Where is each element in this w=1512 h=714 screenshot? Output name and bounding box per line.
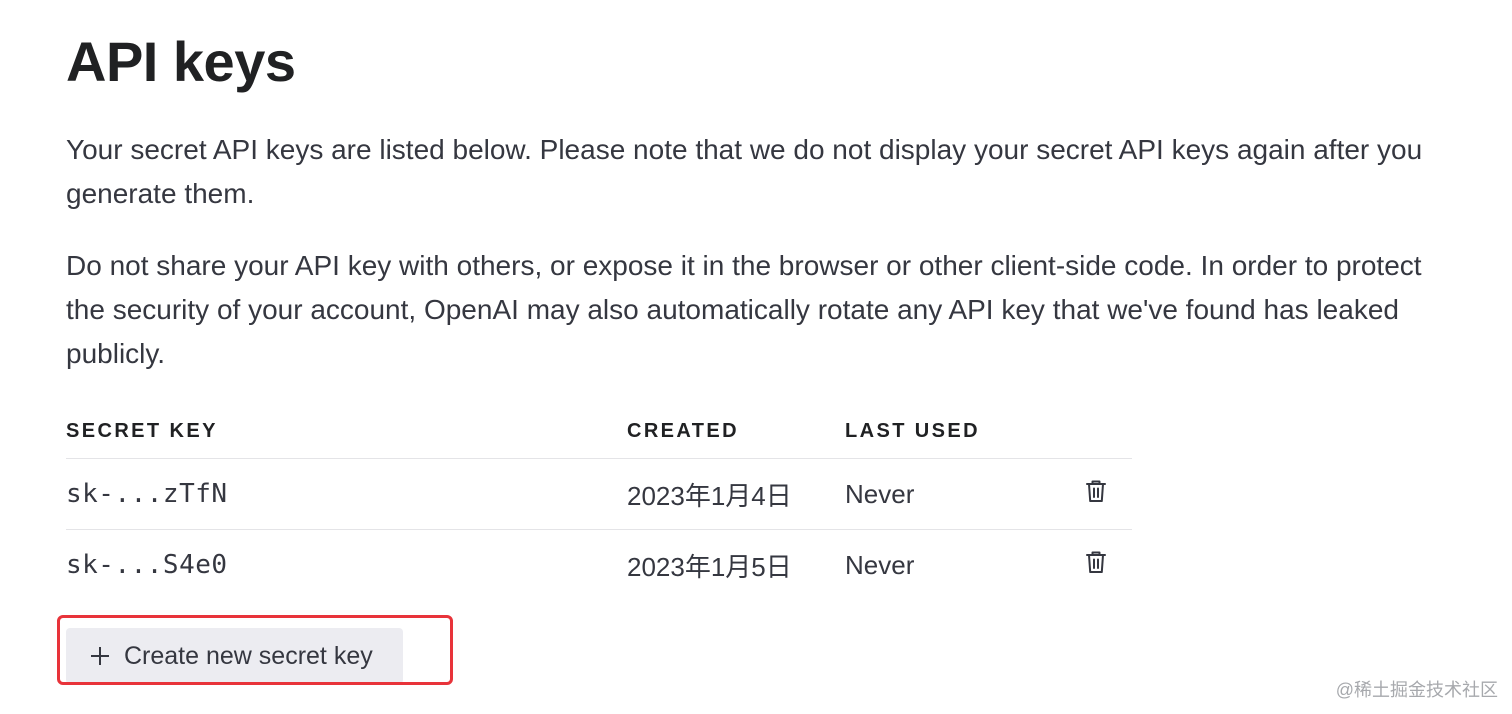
table-header-row: SECRET KEY CREATED LAST USED	[66, 404, 1132, 459]
watermark: @稀土掘金技术社区	[1335, 680, 1498, 700]
trash-icon[interactable]	[1084, 549, 1108, 575]
row-actions	[1075, 458, 1132, 530]
trash-icon[interactable]	[1084, 478, 1108, 504]
secret-key-value: sk-...S4e0	[66, 550, 228, 580]
table-row: sk-...zTfN 2023年1月4日 Never	[66, 458, 1132, 530]
last-used-value: Never	[845, 549, 915, 580]
row-actions	[1075, 530, 1132, 601]
table-row: sk-...S4e0 2023年1月5日 Never	[66, 530, 1132, 601]
api-keys-table: SECRET KEY CREATED LAST USED sk-...zTfN …	[66, 404, 1132, 600]
intro-paragraph-2: Do not share your API key with others, o…	[66, 250, 1422, 369]
last-used-value: Never	[845, 458, 1075, 530]
intro-paragraph-1: Your secret API keys are listed below. P…	[66, 134, 1423, 209]
created-date: 2023年1月5日	[627, 551, 792, 582]
secret-key-value: sk-...zTfN	[66, 458, 627, 530]
column-header-last-used: LAST USED	[845, 404, 1075, 459]
column-header-created: CREATED	[627, 404, 845, 459]
column-header-actions	[1075, 404, 1132, 459]
column-header-secret-key: SECRET KEY	[66, 404, 627, 459]
page-title: API keys	[66, 30, 296, 93]
annotation-highlight-box	[57, 615, 453, 685]
created-date: 2023年1月4日	[627, 458, 845, 530]
